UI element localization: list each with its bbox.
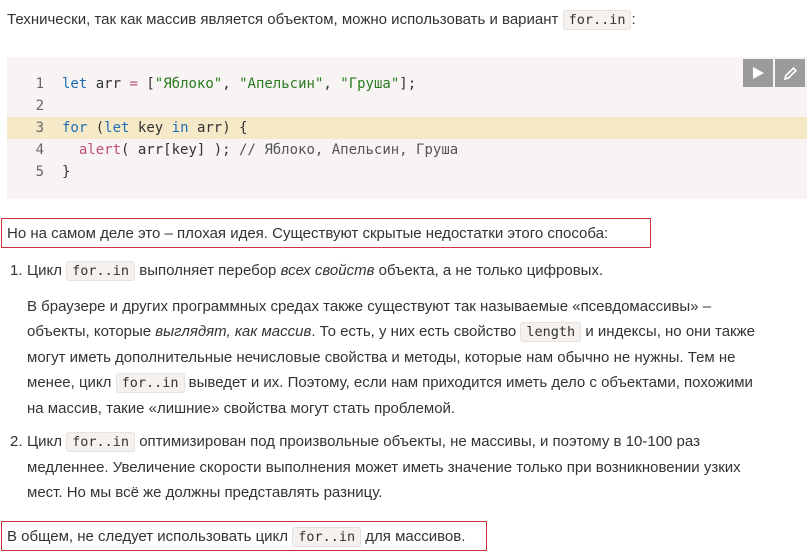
code-tail: arr) { xyxy=(196,120,248,136)
bracket-open: [ xyxy=(146,76,155,92)
conclusion-tail: для массивов. xyxy=(365,528,466,545)
text: Цикл xyxy=(27,433,62,450)
line-number: 5 xyxy=(35,164,44,180)
text: оптимизирован под произвольные объекты, … xyxy=(139,433,700,450)
line-number: 4 xyxy=(35,142,44,158)
inline-code: for..in xyxy=(292,527,362,547)
inline-code: for..in xyxy=(115,373,185,393)
line-number: 2 xyxy=(35,98,44,114)
text-line: могут иметь дополнительные нечисловые св… xyxy=(27,349,736,366)
text-line: мест. Но мы всё же должны представлять р… xyxy=(27,484,383,501)
text: и индексы, но они также xyxy=(585,323,755,340)
text: объекта, а не только цифровых. xyxy=(378,262,604,279)
warning-callout: Но на самом деле это – плохая идея. Суще… xyxy=(1,218,651,248)
keyword-let: let xyxy=(104,120,130,136)
keyword-for: for xyxy=(62,120,88,136)
emphasis: всех свойств xyxy=(280,262,375,279)
text-line: менее, цикл for..in выведет и их. Поэтом… xyxy=(27,370,807,396)
operator-eq: = xyxy=(129,76,138,92)
inline-code: for..in xyxy=(562,10,632,30)
code-block: 1 let arr = ["Яблоко", "Апельсин", "Груш… xyxy=(7,57,807,199)
line-number: 1 xyxy=(35,76,44,92)
code-line-2: 2 xyxy=(7,95,807,117)
list-number: 1. xyxy=(10,262,23,279)
string-apple: "Яблоко" xyxy=(154,76,223,92)
comma: , xyxy=(222,76,231,92)
code-line-4: 4 alert( arr[key] ); // Яблоко, Апельсин… xyxy=(7,139,807,161)
text-line: медленнее. Увеличение скорости выполнени… xyxy=(27,459,741,476)
inline-code: length xyxy=(520,322,582,342)
text-line: на массив, такие «лишние» свойства могут… xyxy=(27,400,456,417)
text: менее, цикл xyxy=(27,374,112,391)
code-comment: // Яблоко, Апельсин, Груша xyxy=(239,142,459,158)
inline-code: for..in xyxy=(66,432,136,452)
bracket-close: ]; xyxy=(399,76,417,92)
inline-code: for..in xyxy=(66,261,136,281)
sub-paragraph: В браузере и других программных средах т… xyxy=(27,294,807,421)
code-line-1: 1 let arr = ["Яблоко", "Апельсин", "Груш… xyxy=(7,73,807,95)
text: . То есть, у них есть свойство xyxy=(311,323,517,340)
paren: ( xyxy=(95,120,105,136)
var-arr: arr xyxy=(95,76,122,92)
var-key: key xyxy=(137,120,164,136)
warning-text: Но на самом деле это – плохая идея. Суще… xyxy=(7,225,609,242)
text: выполняет перебор xyxy=(139,262,277,279)
text-line: Цикл for..in оптимизирован под произволь… xyxy=(27,429,809,455)
line-number: 3 xyxy=(35,120,44,136)
emphasis: выглядят, как массив xyxy=(155,323,312,340)
keyword-let: let xyxy=(62,76,88,92)
code-line-3: 3 for (let key in arr) { xyxy=(7,117,807,139)
code-line-5: 5 } xyxy=(7,161,807,183)
comma: , xyxy=(323,76,332,92)
conclusion-text: В общем, не следует использовать цикл xyxy=(7,528,289,545)
intro-paragraph: Технически, так как массив является объе… xyxy=(7,9,636,31)
closing-brace: } xyxy=(62,164,71,180)
text: Цикл xyxy=(27,262,62,279)
text: выведет и их. Поэтому, если нам приходит… xyxy=(188,374,753,391)
code-args: ( arr[key] ); xyxy=(121,142,240,158)
function-alert: alert xyxy=(78,142,122,158)
text-line: В браузере и других программных средах т… xyxy=(27,298,712,315)
list-number: 2. xyxy=(10,433,23,450)
string-pear: "Груша" xyxy=(340,76,400,92)
text-line: объекты, которые выглядят, как массив. Т… xyxy=(27,319,807,345)
intro-text: Технически, так как массив является объе… xyxy=(7,11,559,28)
text: объекты, которые xyxy=(27,323,152,340)
conclusion-callout: В общем, не следует использовать цикл fo… xyxy=(1,521,487,551)
intro-tail: : xyxy=(631,11,636,28)
keyword-in: in xyxy=(171,120,189,136)
string-orange: "Апельсин" xyxy=(239,76,324,92)
